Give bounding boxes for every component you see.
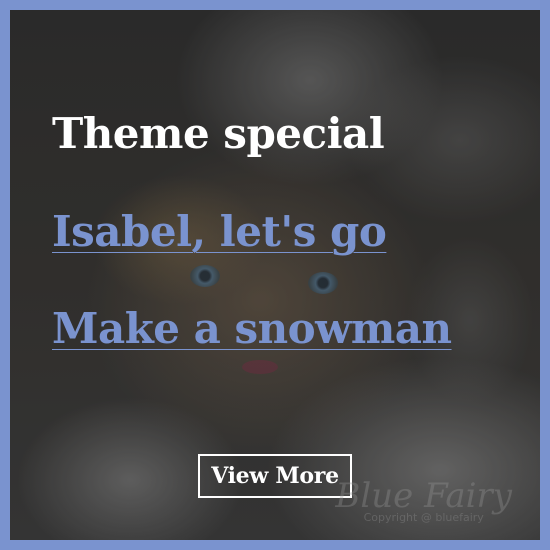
link-isabel-lets-go[interactable]: Isabel, let's go [52, 205, 387, 259]
link-make-a-snowman[interactable]: Make a snowman [52, 302, 452, 356]
view-more-button[interactable]: View More [198, 454, 352, 498]
card-heading: Theme special [52, 109, 385, 158]
theme-card: Theme special Isabel, let's go Make a sn… [0, 0, 550, 550]
